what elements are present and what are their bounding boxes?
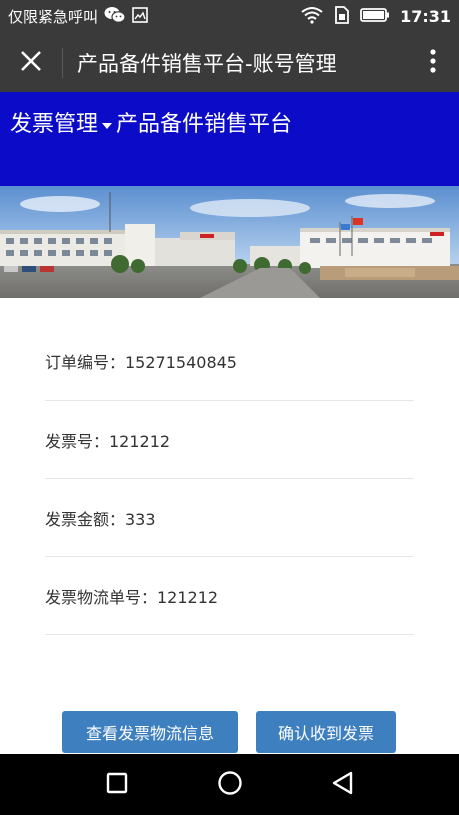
triangle-back-icon: [331, 771, 355, 799]
circle-icon: [217, 770, 243, 800]
close-button[interactable]: [0, 33, 62, 92]
close-icon: [20, 50, 42, 76]
navigation-bar: [0, 754, 459, 815]
view-logistics-button[interactable]: 查看发票物流信息: [62, 711, 238, 753]
factory-banner-image: [0, 186, 459, 298]
page-title: 产品备件销售平台-账号管理: [77, 51, 337, 76]
square-icon: [106, 772, 128, 798]
status-right: 17:31: [300, 5, 451, 28]
image-icon: [132, 6, 148, 27]
invoice-amount-row: 发票金额：333: [45, 479, 414, 557]
header-section: 发票管理: [10, 112, 99, 137]
invoice-number-row: 发票号：121212: [45, 401, 414, 479]
sim-icon: [334, 5, 350, 28]
battery-icon: [360, 7, 390, 27]
caret-down-icon: [102, 110, 113, 135]
header-platform: 产品备件销售平台: [116, 112, 293, 137]
order-number-row: 订单编号：15271540845: [45, 322, 414, 401]
recents-button[interactable]: [92, 760, 142, 810]
home-button[interactable]: [205, 760, 255, 810]
invoice-info-list: 订单编号：15271540845 发票号：121212 发票金额：333 发票物…: [45, 322, 414, 635]
logistics-number-row: 发票物流单号：121212: [45, 557, 414, 635]
page-header: 发票管理 产品备件销售平台: [0, 92, 459, 186]
title-divider: [62, 47, 63, 78]
back-button[interactable]: [318, 760, 368, 810]
header-title[interactable]: 发票管理 产品备件销售平台: [10, 106, 459, 138]
order-number-text: 订单编号：15271540845: [45, 353, 237, 372]
invoice-amount-text: 发票金额：333: [45, 509, 156, 529]
confirm-receipt-button[interactable]: 确认收到发票: [256, 711, 396, 753]
more-vertical-icon: [429, 48, 437, 78]
status-left: 仅限紧急呼叫: [8, 6, 148, 28]
wechat-icon: [104, 6, 126, 28]
logistics-number-text: 发票物流单号：121212: [45, 587, 219, 607]
carrier-text: 仅限紧急呼叫: [8, 8, 99, 26]
wifi-icon: [300, 6, 324, 28]
clock-time: 17:31: [400, 7, 451, 26]
invoice-number-text: 发票号：121212: [45, 431, 171, 451]
title-bar: 产品备件销售平台-账号管理: [0, 33, 459, 92]
status-bar: 仅限紧急呼叫 17:31: [0, 0, 459, 33]
more-options-button[interactable]: [407, 33, 459, 92]
